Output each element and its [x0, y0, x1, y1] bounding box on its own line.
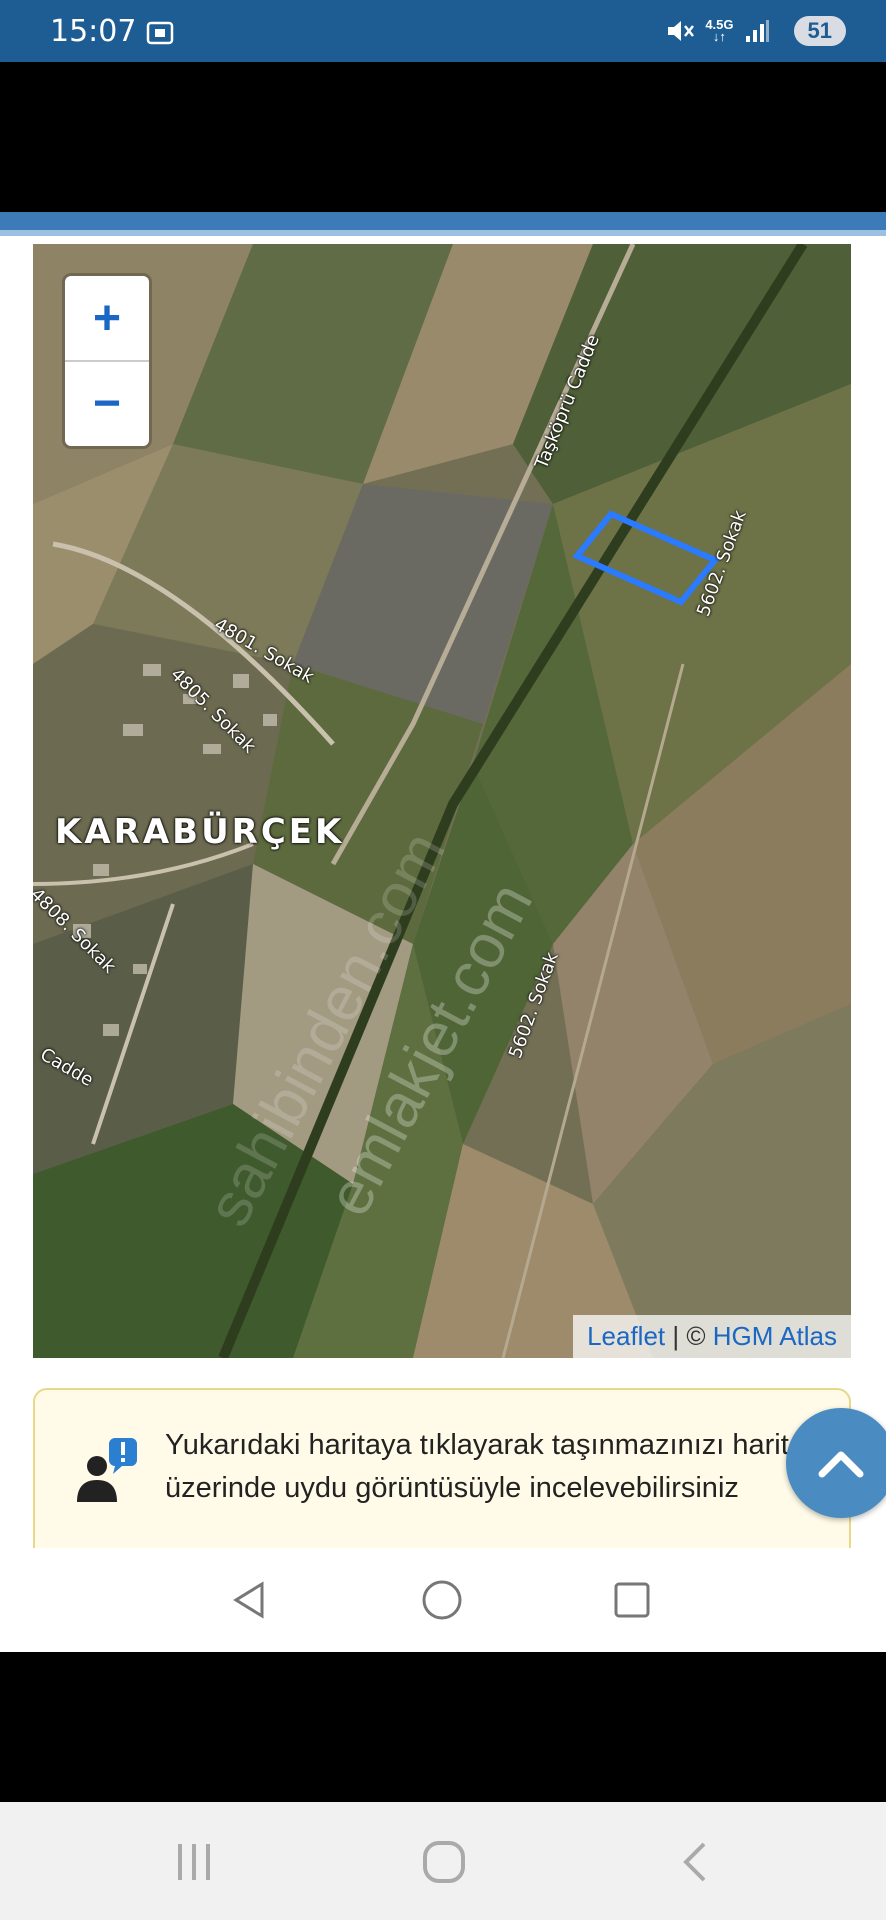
user-info-icon	[77, 1438, 137, 1502]
bottom-letterbox	[0, 1652, 886, 1802]
network-type: 4.5G ↓↑	[705, 18, 733, 44]
satellite-imagery	[33, 244, 851, 1358]
system-navigation-bar	[0, 1802, 886, 1920]
scroll-to-top-button[interactable]	[786, 1408, 886, 1518]
place-label: KARABÜRÇEK	[55, 812, 345, 852]
satellite-map[interactable]: Taşköprü Cadde 4801. Sokak 4805. Sokak 5…	[33, 244, 851, 1358]
recents-icon[interactable]	[172, 1840, 216, 1884]
status-bar: 15:07 4.5G ↓↑ 51	[0, 0, 886, 62]
home-icon[interactable]	[420, 1838, 468, 1886]
attribution-separator: | ©	[665, 1321, 713, 1351]
page-header-bar	[0, 212, 886, 230]
inner-navigation-bar	[0, 1548, 886, 1652]
back-icon[interactable]	[228, 1578, 272, 1622]
zoom-out-button[interactable]: −	[65, 360, 149, 444]
page-header-underline	[0, 230, 886, 236]
chevron-up-icon	[818, 1451, 864, 1478]
signal-icon	[745, 20, 769, 42]
mute-icon	[668, 21, 695, 41]
leaflet-link[interactable]: Leaflet	[587, 1321, 665, 1351]
recents-icon[interactable]	[610, 1578, 654, 1622]
status-time: 15:07	[50, 14, 137, 49]
home-icon[interactable]	[420, 1578, 464, 1622]
web-page: Taşköprü Cadde 4801. Sokak 4805. Sokak 5…	[0, 212, 886, 1652]
screenshot-icon	[146, 21, 174, 45]
info-text: Yukarıdaki haritaya tıklayarak taşınmazı…	[165, 1429, 805, 1504]
zoom-control: + −	[65, 276, 149, 446]
status-icons: 4.5G ↓↑ 51	[665, 14, 846, 48]
map-attribution: Leaflet | © HGM Atlas	[573, 1315, 851, 1358]
top-letterbox	[0, 62, 886, 212]
battery-level: 51	[793, 16, 846, 46]
network-activity: ↓↑	[712, 29, 726, 44]
zoom-in-button[interactable]: +	[65, 276, 149, 360]
back-icon[interactable]	[674, 1840, 718, 1884]
hgm-atlas-link[interactable]: HGM Atlas	[713, 1321, 837, 1351]
